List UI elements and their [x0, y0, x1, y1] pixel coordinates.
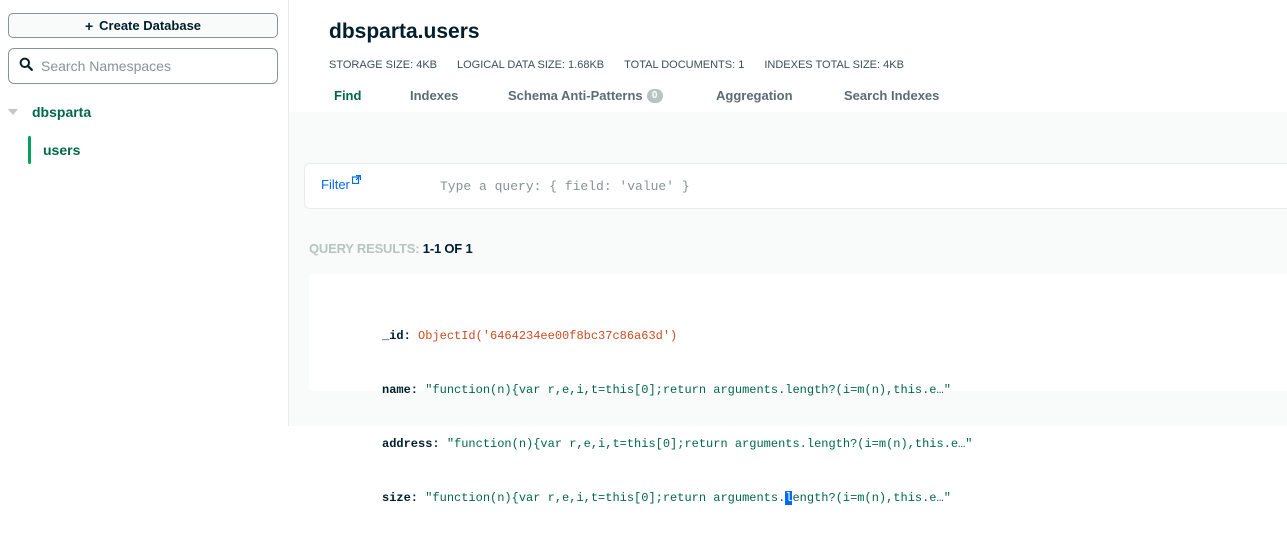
create-database-label: Create Database — [99, 18, 202, 33]
filter-link[interactable]: Filter — [321, 174, 361, 192]
collection-header: dbsparta.users STORAGE SIZE: 4KB LOGICAL… — [289, 0, 1287, 112]
anti-patterns-count-badge: 0 — [646, 88, 663, 103]
tab-aggregation[interactable]: Aggregation — [716, 88, 793, 103]
tab-find-label: Find — [334, 88, 362, 103]
search-namespaces-input[interactable] — [41, 58, 261, 74]
field-value[interactable]: "function(n){var r,e,i,t=this[0];return … — [447, 437, 973, 451]
database-name: dbsparta — [32, 104, 92, 120]
collection-name: users — [43, 142, 81, 158]
field-key: _id: — [382, 329, 411, 343]
results-label-text: QUERY RESULTS: — [309, 241, 420, 256]
indexes-total-size-stat: INDEXES TOTAL SIZE: 4KB — [764, 59, 904, 71]
query-results-label: QUERY RESULTS: 1-1 OF 1 — [309, 241, 473, 256]
value-part: ength?(i=m(n),this.e…" — [792, 491, 951, 505]
field-value[interactable]: "function(n){var r,e,i,t=this[0];return … — [425, 491, 951, 505]
value-part: "function(n){var r,e,i,t=this[0];return … — [425, 491, 786, 505]
document-fields: _id: ObjectId('6464234ee00f8bc37c86a63d'… — [382, 291, 973, 543]
caret-down-icon[interactable] — [8, 109, 18, 115]
query-bar: Filter — [304, 163, 1287, 209]
field-key: address: — [382, 437, 440, 451]
active-indicator — [28, 136, 31, 164]
field-value[interactable]: "function(n){var r,e,i,t=this[0];return … — [425, 383, 951, 397]
filter-label: Filter — [321, 177, 350, 192]
field-value[interactable]: ObjectId('6464234ee00f8bc37c86a63d') — [418, 329, 677, 343]
query-input[interactable] — [440, 175, 1040, 197]
text-cursor: l — [785, 491, 793, 505]
document-field-row: address: "function(n){var r,e,i,t=this[0… — [382, 435, 973, 453]
tab-search-indexes-label: Search Indexes — [844, 88, 940, 103]
tab-indexes-label: Indexes — [410, 88, 459, 103]
collection-stats: STORAGE SIZE: 4KB LOGICAL DATA SIZE: 1.6… — [329, 59, 904, 71]
page-title: dbsparta.users — [329, 20, 480, 43]
sidebar: + Create Database dbsparta users — [0, 0, 289, 426]
document-card[interactable]: _id: ObjectId('6464234ee00f8bc37c86a63d'… — [309, 274, 1287, 505]
search-icon — [19, 57, 33, 76]
document-field-row: name: "function(n){var r,e,i,t=this[0];r… — [382, 381, 973, 399]
sidebar-item-dbsparta[interactable]: dbsparta — [0, 100, 288, 124]
external-link-icon — [351, 174, 361, 186]
logical-data-size-stat: LOGICAL DATA SIZE: 1.68KB — [457, 59, 605, 71]
sidebar-item-users[interactable]: users — [28, 136, 288, 164]
tab-aggregation-label: Aggregation — [716, 88, 793, 103]
document-field-row: size: "function(n){var r,e,i,t=this[0];r… — [382, 489, 973, 507]
document-field-row: _id: ObjectId('6464234ee00f8bc37c86a63d'… — [382, 327, 973, 345]
create-database-button[interactable]: + Create Database — [8, 13, 278, 38]
tab-indexes[interactable]: Indexes — [410, 88, 458, 103]
tab-schema-anti-patterns[interactable]: Schema Anti-Patterns 0 — [508, 88, 663, 103]
total-documents-stat: TOTAL DOCUMENTS: 1 — [624, 59, 745, 71]
field-key: size: — [382, 491, 419, 505]
results-count: 1-1 OF 1 — [422, 241, 473, 256]
tab-schema-label: Schema Anti-Patterns — [508, 88, 643, 103]
tab-search-indexes[interactable]: Search Indexes — [844, 88, 939, 103]
plus-icon: + — [84, 17, 94, 34]
storage-size-stat: STORAGE SIZE: 4KB — [329, 59, 437, 71]
search-namespaces-box[interactable] — [8, 48, 278, 84]
tab-find[interactable]: Find — [334, 88, 361, 103]
main-panel: dbsparta.users STORAGE SIZE: 4KB LOGICAL… — [289, 0, 1287, 505]
field-key: name: — [382, 383, 419, 397]
